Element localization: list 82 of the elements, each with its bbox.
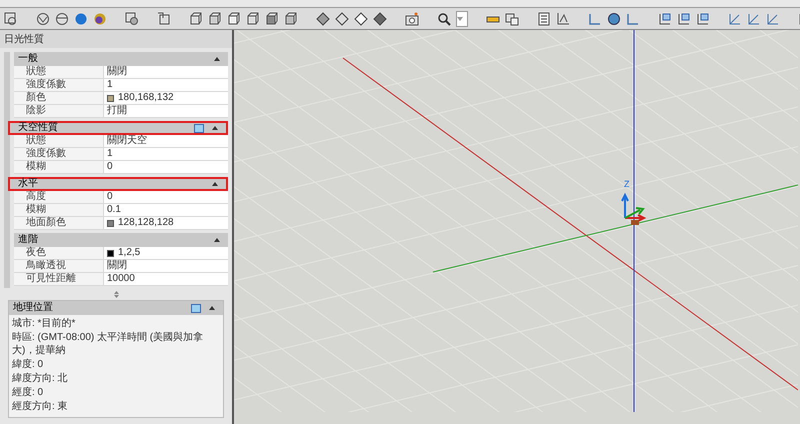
shading-icon[interactable] (55, 12, 69, 26)
cube-icon[interactable] (189, 12, 203, 26)
property-value[interactable]: 1,2,5 (104, 247, 228, 259)
preview-icon[interactable] (194, 124, 204, 132)
view-icon[interactable] (157, 12, 171, 26)
section-header[interactable]: 進階 (14, 233, 228, 247)
sphere-icon[interactable] (74, 12, 88, 26)
property-label: 模糊 (14, 161, 104, 173)
property-label: 顏色 (14, 92, 104, 104)
location-info: 緯度: 0 (12, 358, 44, 371)
section-header[interactable]: 天空性質 (8, 121, 228, 135)
splitter-handle-icon[interactable] (114, 290, 118, 298)
section-title: 進階 (18, 235, 38, 245)
ucs-icon[interactable] (658, 12, 672, 26)
property-value[interactable]: 0 (104, 161, 228, 173)
chart-icon[interactable] (556, 12, 570, 26)
diamond-icon[interactable] (354, 12, 368, 26)
property-label: 可見性距離 (14, 273, 104, 285)
collapse-icon[interactable] (212, 126, 218, 130)
property-label: 地面顏色 (14, 217, 104, 229)
location-info: 經度: 0 (12, 386, 44, 399)
section-header[interactable]: 一般 (14, 52, 228, 66)
collapse-icon[interactable] (209, 306, 215, 310)
section-title: 水平 (18, 179, 38, 189)
diamond-icon[interactable] (373, 12, 387, 26)
scrollbar[interactable] (4, 52, 10, 288)
location-info: 緯度方向: 北 (12, 372, 69, 385)
property-label: 夜色 (14, 247, 104, 259)
location-info: 城市: *目前的* (12, 317, 76, 330)
view-dropdown[interactable] (456, 10, 468, 26)
axis-label: Z (624, 180, 630, 189)
section-header[interactable]: 水平 (8, 177, 228, 191)
ucs-icon[interactable] (766, 12, 780, 26)
preview-icon[interactable] (191, 304, 201, 312)
diamond-icon[interactable] (316, 12, 330, 26)
property-value[interactable]: 10000 (104, 273, 228, 285)
document-icon[interactable] (537, 12, 551, 26)
ucs-icon[interactable] (626, 12, 640, 26)
property-value[interactable]: 關閉 (104, 260, 228, 272)
property-value[interactable]: 0.1 (104, 204, 228, 216)
ucs-icon[interactable] (588, 12, 602, 26)
caret-icon (457, 16, 463, 20)
property-label: 高度 (14, 191, 104, 203)
collapse-icon[interactable] (214, 238, 220, 242)
location-info: 經度方向: 東 (12, 400, 69, 413)
cube-icon[interactable] (208, 12, 222, 26)
sphere-icon[interactable] (93, 12, 107, 26)
property-value[interactable]: 128,128,128 (104, 217, 228, 229)
palette-title: 日光性質 (0, 30, 232, 48)
property-label: 強度係數 (14, 148, 104, 160)
ucs-icon[interactable] (677, 12, 691, 26)
property-label: 強度係數 (14, 79, 104, 91)
section-title: 天空性質 (18, 123, 58, 133)
window-icon[interactable] (505, 12, 519, 26)
property-label: 狀態 (14, 66, 104, 78)
ucs-icon[interactable] (747, 12, 761, 26)
cube-icon[interactable] (284, 12, 298, 26)
property-value[interactable]: 180,168,132 (104, 92, 228, 104)
ucs-icon (621, 192, 646, 225)
property-label: 模糊 (14, 204, 104, 216)
property-value[interactable]: 打開 (104, 105, 228, 117)
ucs-icon[interactable] (696, 12, 710, 26)
cube-icon[interactable] (227, 12, 241, 26)
collapse-icon[interactable] (212, 182, 218, 186)
section-title: 一般 (18, 54, 38, 64)
camera-icon[interactable] (405, 12, 419, 26)
zoom-icon[interactable] (437, 12, 451, 26)
property-label: 狀態 (14, 135, 104, 147)
shading-icon[interactable] (36, 12, 50, 26)
section-header[interactable]: 地理位置 (9, 301, 223, 315)
cube-icon[interactable] (246, 12, 260, 26)
globe-icon[interactable] (607, 12, 621, 26)
property-label: 陰影 (14, 105, 104, 117)
ucs-icon[interactable] (728, 12, 742, 26)
property-value[interactable]: 1 (104, 79, 228, 91)
property-label: 鳥瞰透視 (14, 260, 104, 272)
collapse-icon[interactable] (214, 57, 220, 61)
diamond-icon[interactable] (335, 12, 349, 26)
cube-icon[interactable] (265, 12, 279, 26)
property-value[interactable]: 1 (104, 148, 228, 160)
section-title: 地理位置 (13, 303, 53, 313)
location-info: 時區: (GMT-08:00) 太平洋時間 (美國與加拿大)，提華納 (12, 331, 204, 357)
